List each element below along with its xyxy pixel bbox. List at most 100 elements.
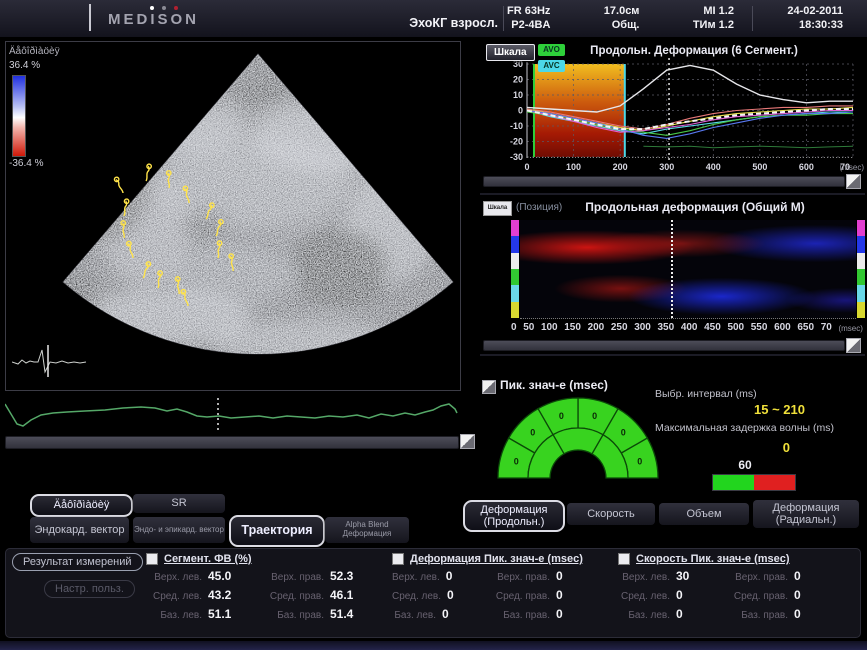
group-column: Верх. прав.52.3 Сред. прав. 46.1 Баз. прав.… <box>242 569 364 626</box>
series-baseline <box>643 146 853 148</box>
delay-scale-half <box>754 475 795 490</box>
x-tick-label: 550 <box>751 322 768 333</box>
colorbar-min-value: -36.4 % <box>9 158 43 169</box>
measurement-results-button[interactable]: Результат измерений <box>12 553 143 571</box>
measurement-row: Верх. прав.0 <box>710 569 828 588</box>
tracking-marker <box>121 221 126 238</box>
section-divider <box>480 354 865 356</box>
measurement-row: Верх. лев.0 <box>392 569 476 588</box>
segment-value: 0 <box>530 428 535 438</box>
info-line-1: 24-02-2011 <box>787 4 843 18</box>
measurement-row: Баз. прав.0 <box>710 607 828 626</box>
button-label: Äåôîðìàöèÿ <box>54 499 110 511</box>
logo-separator <box>89 4 91 31</box>
chart2-resize-icon[interactable] <box>846 338 861 353</box>
mode-alpha-blend-button[interactable]: Alpha Blend Деформация <box>325 517 409 543</box>
button-label: Траектория <box>241 524 312 538</box>
segment-color <box>511 285 519 301</box>
mmode-time-cursor[interactable] <box>671 220 673 318</box>
measurement-group: Сегмент. ФВ (%)Верх. лев.45.0Сред. лев.4… <box>146 553 364 626</box>
button-label: Alpha Blend Деформация <box>325 521 409 539</box>
measurement-label: Сред. прав. <box>270 591 324 602</box>
group-checkbox[interactable] <box>146 553 158 565</box>
measurement-row: Баз. лев.0 <box>392 607 476 626</box>
x-tick-label: 650 <box>797 322 814 333</box>
x-tick-label: 500 <box>752 162 767 172</box>
x-tick-label: 70 <box>821 322 832 333</box>
user-settings-button[interactable]: Настр. польз. <box>44 580 135 598</box>
measurement-value: 51.4 <box>330 607 364 621</box>
group-column: Верх. лев.30Сред. лев.0Баз. лев.0 <box>618 569 710 626</box>
group-header: Сегмент. ФВ (%) <box>146 553 364 565</box>
marker-tail <box>205 205 212 219</box>
avo-badge[interactable]: AVO <box>538 44 565 56</box>
measurement-label: Сред. лев. <box>392 591 441 602</box>
segment-value: 0 <box>514 456 519 466</box>
bullseye-segment-map: 000000 <box>490 394 670 482</box>
measurement-row: Верх. прав.52.3 <box>242 569 364 588</box>
tracking-marker <box>204 202 215 220</box>
measurement-value: 0 <box>794 569 828 583</box>
peak-values-title: Пик. знач-е (msec) <box>500 378 608 392</box>
group-checkbox[interactable] <box>392 553 404 565</box>
mmode-title: Продольная деформация (Общий М) <box>545 200 845 214</box>
medison-logo: MEDISON <box>108 11 199 28</box>
segment-color <box>857 253 865 269</box>
segment-value: 0 <box>621 428 626 438</box>
info-line-1: FR 63Hz <box>507 4 550 18</box>
peak-section-icon[interactable] <box>482 380 496 394</box>
measurement-value: 43.2 <box>208 588 242 602</box>
marker-tail <box>215 222 221 237</box>
x-tick-label: 300 <box>634 322 651 333</box>
left-resize-icon[interactable] <box>460 434 475 449</box>
max-delay-label: Максимальная задержка волны (ms) <box>655 422 834 434</box>
segment-value: 0 <box>637 456 642 466</box>
tracking-marker <box>141 261 151 279</box>
tracking-marker <box>122 199 129 217</box>
acquisition-info-column: MI 1.2ТИм 1.2 <box>693 4 734 32</box>
mode-deformation-longitudinal-button[interactable]: Деформация (Продольн.) <box>463 500 565 532</box>
group-header-label: Деформация Пик. знач-е (msec) <box>410 553 583 565</box>
mode-volume-button[interactable]: Объем <box>659 503 749 525</box>
group-header: Скорость Пик. знач-е (msec) <box>618 553 828 565</box>
group-checkbox[interactable] <box>618 553 630 565</box>
marker-tail <box>183 292 189 307</box>
logo-dot <box>150 6 154 10</box>
y-tick-label: 0 <box>518 106 523 116</box>
x-tick-label: 100 <box>541 322 558 333</box>
measurement-row: Баз. лев.51.1 <box>146 607 242 626</box>
mode-endocard-vector-button[interactable]: Эндокард. вектор <box>30 517 129 543</box>
mode-endo-epicard-vector-button[interactable]: Эндо- и эпикард. вектор <box>133 517 225 543</box>
x-tick-label: 0 <box>511 322 517 333</box>
button-label: Эндокард. вектор <box>34 524 124 536</box>
avc-badge[interactable]: AVC <box>538 60 565 72</box>
measurement-row: Сред. прав.0 <box>710 588 828 607</box>
y-tick-label: -10 <box>510 121 523 131</box>
measurement-group: Деформация Пик. знач-е (msec) Верх. лев.0… <box>392 553 590 626</box>
measurement-label: Баз. прав. <box>277 610 324 621</box>
measurement-value: 0 <box>676 588 710 602</box>
measurement-label: Верх. лев. <box>622 572 670 583</box>
mode-trajectory-button[interactable]: Траектория <box>229 515 325 547</box>
x-tick-label: 450 <box>704 322 721 333</box>
mode-deformation-radial-button[interactable]: Деформация (Радиальн.) <box>753 500 859 528</box>
left-scrollbar[interactable] <box>5 436 459 449</box>
measurement-row: Верх. прав.0 <box>476 569 590 588</box>
exam-preset-label: ЭхоКГ взросл. <box>340 16 498 30</box>
mode-velocity-button[interactable]: Скорость <box>567 503 655 525</box>
delay-scale-max: 60 <box>700 458 790 472</box>
measurement-label: Верх. лев. <box>154 572 202 583</box>
measurement-row: Сред. лев.43.2 <box>146 588 242 607</box>
segment-color <box>857 236 865 252</box>
measurement-label: Верх. лев. <box>392 572 440 583</box>
chart2-scrollbar[interactable] <box>483 340 845 351</box>
info-line-1: 17.0см <box>604 4 640 18</box>
measurement-value: 46.1 <box>330 588 364 602</box>
segment-color <box>511 220 519 236</box>
mode-deformation-button[interactable]: Äåôîðìàöèÿ <box>30 494 133 517</box>
mode-sr-button[interactable]: SR <box>133 494 225 513</box>
scale-button[interactable]: Шкала <box>486 44 535 61</box>
scale-mini-button[interactable]: Шкала <box>483 201 512 216</box>
segment-color <box>857 220 865 236</box>
tracking-marker <box>114 176 125 193</box>
